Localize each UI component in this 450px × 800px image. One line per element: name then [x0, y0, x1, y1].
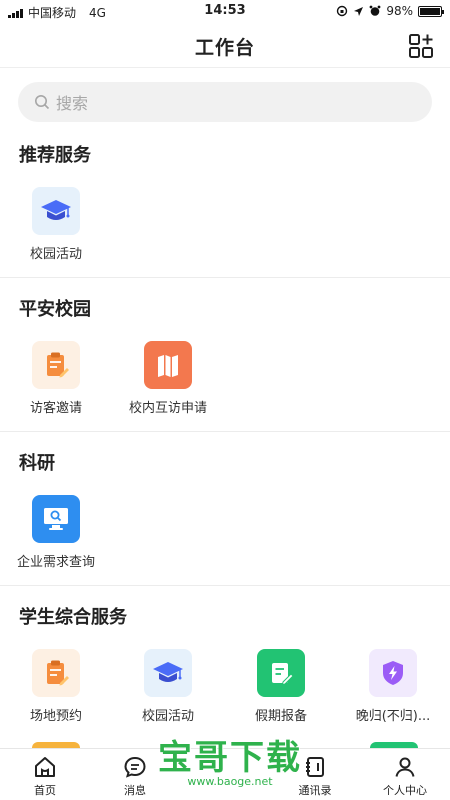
app-label: 校内互访申请 [128, 401, 207, 416]
person-icon [395, 757, 415, 777]
tab-messages[interactable]: 消息 [90, 755, 180, 798]
clipboard-edit-icon [32, 341, 80, 389]
search-icon [35, 95, 50, 110]
app-venue-booking[interactable]: 场地预约 [0, 649, 112, 724]
apps-grid-icon[interactable] [408, 33, 434, 59]
tab-label: 通讯录 [298, 784, 332, 797]
app-label: 晚归(不归)... [355, 709, 431, 724]
map-icon [144, 341, 192, 389]
battery-percent: 98% [386, 4, 413, 18]
location-arrow-icon [354, 6, 364, 16]
app-late-return[interactable]: 晚归(不归)... [337, 649, 449, 724]
app-label: 企业需求查询 [16, 555, 95, 570]
tab-profile[interactable]: 个人中心 [360, 755, 450, 798]
clipboard-edit-icon [32, 649, 80, 697]
section-title-recommended: 推荐服务 [19, 145, 91, 166]
status-bar: 中国移动 4G 14:53 98% [0, 0, 450, 22]
app-label: 校园活动 [141, 709, 194, 724]
section-divider [0, 431, 450, 432]
app-campus-visit-apply[interactable]: 校内互访申请 [112, 341, 224, 416]
page-title: 工作台 [194, 37, 255, 59]
app-holiday-report[interactable]: 假期报备 [225, 649, 337, 724]
lock-rotation-icon [337, 5, 348, 17]
contacts-icon [306, 757, 324, 777]
note-edit-icon [257, 649, 305, 697]
app-label: 假期报备 [254, 709, 307, 724]
section-title-safe-campus: 平安校园 [19, 299, 91, 320]
app-enterprise-demand[interactable]: 企业需求查询 [0, 495, 112, 570]
app-label: 校园活动 [29, 247, 82, 262]
message-icon [124, 756, 146, 778]
section-title-research: 科研 [19, 453, 55, 474]
app-campus-activity-2[interactable]: 校园活动 [112, 649, 224, 724]
section-title-student-services: 学生综合服务 [19, 607, 127, 628]
monitor-search-icon [32, 495, 80, 543]
shield-bolt-icon [369, 649, 417, 697]
tab-home[interactable]: 首页 [0, 755, 90, 798]
search-input[interactable]: 搜索 [18, 82, 432, 122]
app-visitor-invite[interactable]: 访客邀请 [0, 341, 112, 416]
tab-contacts[interactable]: 通讯录 [270, 755, 360, 798]
home-icon [35, 757, 55, 777]
app-label: 访客邀请 [29, 401, 82, 416]
status-right: 98% [336, 4, 444, 18]
tab-label: 首页 [34, 784, 56, 797]
app-label: 场地预约 [29, 709, 82, 724]
header: 工作台 [0, 22, 450, 68]
app-campus-activity[interactable]: 校园活动 [0, 187, 112, 262]
graduation-cap-icon [32, 187, 80, 235]
graduation-cap-icon [144, 649, 192, 697]
tab-label: 消息 [124, 784, 146, 797]
battery-level [420, 7, 440, 15]
alarm-icon [369, 5, 381, 16]
search-placeholder: 搜索 [56, 94, 89, 113]
battery-icon [418, 5, 444, 17]
tab-label: 个人中心 [383, 784, 427, 797]
section-divider [0, 277, 450, 278]
section-divider [0, 585, 450, 586]
tab-bar: 首页 消息 通讯录 个人中心 [0, 748, 450, 800]
